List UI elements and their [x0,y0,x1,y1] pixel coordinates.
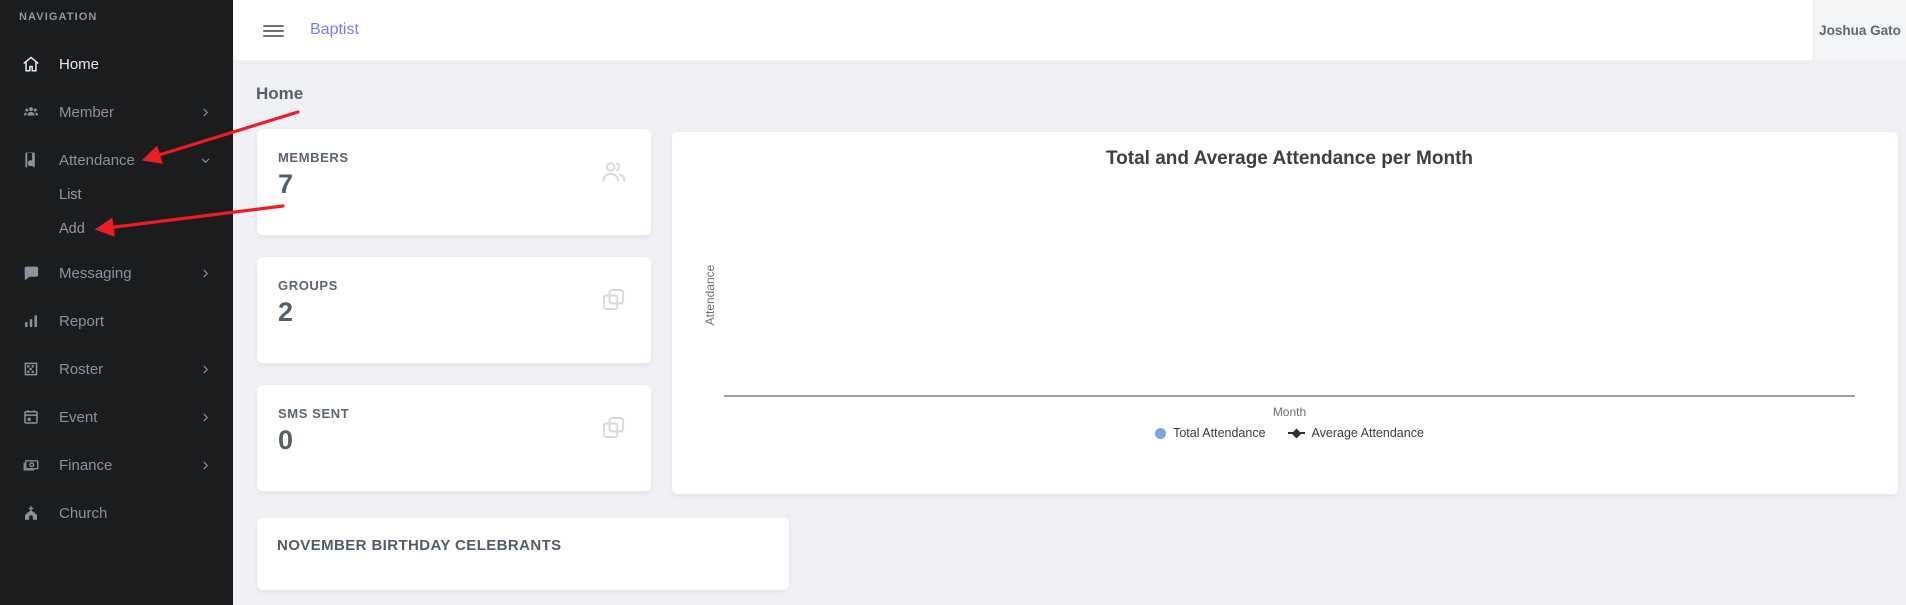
legend-item-average-attendance[interactable]: Average Attendance [1287,426,1424,440]
home-icon [22,55,40,73]
chart-title: Total and Average Attendance per Month [1105,148,1474,169]
app-window: NAVIGATION Home Member Attendance List A… [0,0,1906,605]
page-title: Home [256,84,304,103]
sidebar-item-church[interactable]: Church [0,500,233,526]
report-icon [22,312,40,330]
finance-icon [22,456,40,474]
sidebar-item-event[interactable]: Event [0,404,233,430]
legend-label: Average Attendance [1311,426,1424,440]
messaging-icon [22,264,40,282]
sidebar-item-attendance[interactable]: Attendance [0,147,233,173]
stat-card-sms-sent: SMS SENT 0 [257,385,651,491]
sidebar-item-member[interactable]: Member [0,99,233,125]
collections-icon [600,286,627,313]
sidebar: NAVIGATION Home Member Attendance List A… [0,0,233,605]
birthday-celebrants-card: NOVEMBER BIRTHDAY CELEBRANTS [257,518,789,590]
user-name: Joshua Gato [1819,22,1901,38]
menu-toggle-button[interactable] [263,25,284,38]
chevron-right-icon [199,411,211,423]
attendance-icon [22,151,40,169]
sidebar-item-label: Attendance [59,151,135,169]
legend-label: Total Attendance [1173,426,1266,440]
chart-legend: Total Attendance Average Attendance [724,426,1855,440]
line-marker-icon [1287,428,1305,438]
chevron-right-icon [199,363,211,375]
sidebar-item-messaging[interactable]: Messaging [0,260,233,286]
brand-link[interactable]: Baptist [310,0,359,60]
sidebar-subitem-attendance-add[interactable]: Add [0,218,233,240]
birthday-card-title: NOVEMBER BIRTHDAY CELEBRANTS [277,537,562,554]
event-icon [22,408,40,426]
stat-label: SMS SENT [278,406,350,421]
sidebar-section-label: NAVIGATION [19,11,98,23]
chevron-right-icon [199,459,211,471]
stat-value: 0 [278,425,294,455]
scatter-point-icon [1155,427,1167,439]
sidebar-item-label: Messaging [59,264,132,282]
sidebar-item-label: Event [59,408,98,426]
sidebar-item-report[interactable]: Report [0,308,233,334]
main-content: Home MEMBERS 7 GROUPS 2 SMS SENT 0 Total… [233,60,1906,605]
chevron-right-icon [199,267,211,279]
chart-y-axis-label: Attendance [703,264,717,326]
sidebar-item-label: Church [59,504,108,522]
sidebar-item-roster[interactable]: Roster [0,356,233,382]
stat-label: GROUPS [278,278,338,293]
sidebar-subitem-label: Add [59,221,85,237]
people-outline-icon [600,158,627,185]
stat-value: 7 [278,169,294,199]
member-icon [22,103,40,121]
sidebar-subitem-label: List [59,187,82,203]
legend-item-total-attendance[interactable]: Total Attendance [1155,426,1266,440]
chevron-right-icon [199,106,211,118]
sidebar-item-label: Roster [59,360,104,378]
sidebar-item-label: Home [59,55,100,73]
church-icon [22,504,40,522]
stat-card-groups: GROUPS 2 [257,257,651,363]
stat-label: MEMBERS [278,150,349,165]
sidebar-item-label: Member [59,103,115,121]
sidebar-item-label: Report [59,312,105,330]
chart-x-axis-line [724,395,1855,397]
topbar: Baptist Joshua Gato [233,0,1906,60]
roster-icon [22,360,40,378]
stat-card-members: MEMBERS 7 [257,129,651,235]
user-menu[interactable]: Joshua Gato [1813,0,1906,60]
chart-x-axis-label: Month [1272,405,1307,419]
sidebar-item-label: Finance [59,456,113,474]
sidebar-item-home[interactable]: Home [0,51,233,77]
stat-value: 2 [278,297,294,327]
attendance-chart-card: Total and Average Attendance per Month A… [672,132,1898,494]
chevron-down-icon [199,154,211,166]
sidebar-subitem-attendance-list[interactable]: List [0,184,233,206]
sidebar-item-finance[interactable]: Finance [0,452,233,478]
collections-icon [600,414,627,441]
